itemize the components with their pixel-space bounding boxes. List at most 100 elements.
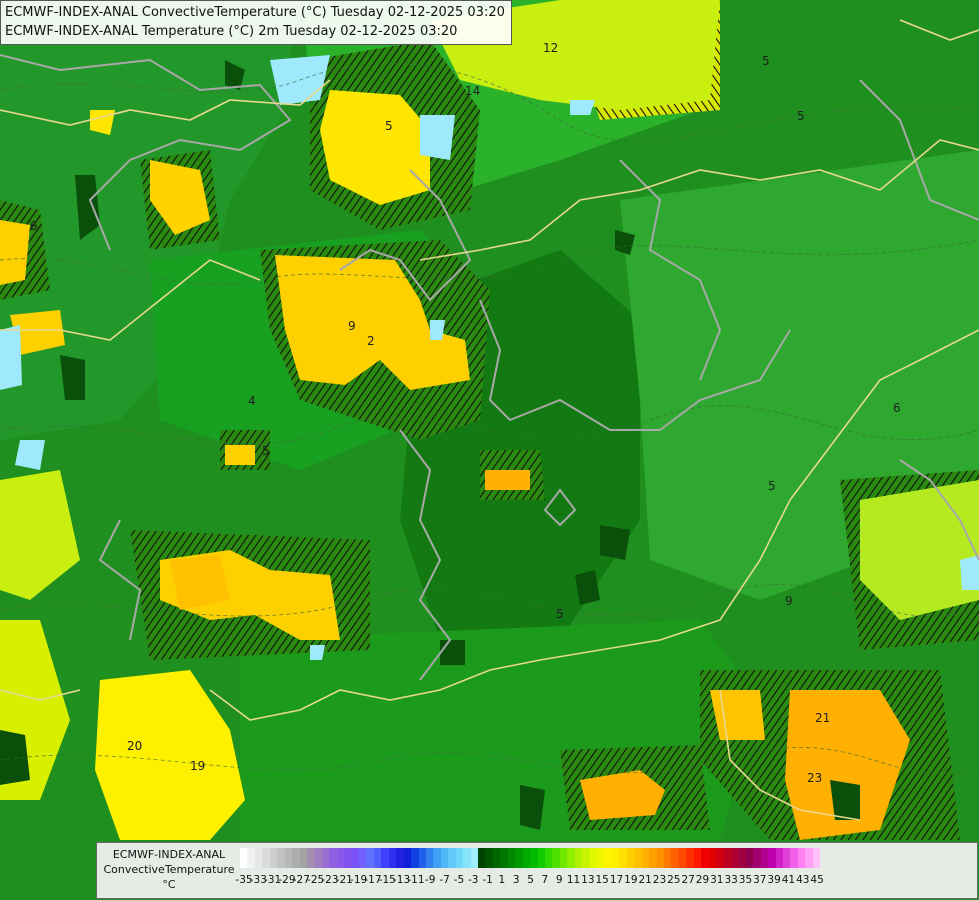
legend-swatch: [485, 848, 493, 868]
legend-swatch: [478, 848, 486, 868]
legend-tick-label: 23: [652, 874, 667, 886]
color-legend: ECMWF-INDEX-ANAL ConvectiveTemperature °…: [96, 842, 978, 899]
legend-tick-label: 21: [638, 874, 652, 886]
legend-swatch: [433, 848, 441, 868]
legend-swatch: [567, 848, 575, 868]
legend-swatch: [425, 848, 434, 868]
legend-tick-label: 45: [810, 874, 824, 886]
contour-label: 19: [190, 759, 205, 773]
legend-swatch: [388, 848, 397, 868]
legend-swatch: [582, 848, 590, 868]
legend-swatch: [626, 848, 635, 868]
legend-swatch: [805, 848, 813, 868]
legend-swatch: [381, 848, 389, 868]
legend-tick-label: 41: [781, 874, 796, 886]
legend-swatch: [314, 848, 322, 868]
legend-tick-label: 1: [498, 874, 506, 886]
contour-label: 23: [807, 771, 822, 785]
legend-tick-label: -3: [467, 874, 479, 886]
legend-unit: °C: [162, 878, 176, 891]
legend-swatch: [812, 848, 821, 868]
legend-swatch: [269, 848, 278, 868]
legend-swatch: [537, 848, 545, 868]
legend-swatch: [782, 848, 791, 868]
legend-swatch: [544, 848, 553, 868]
legend-swatch: [604, 848, 612, 868]
legend-swatch: [292, 848, 300, 868]
legend-swatch: [247, 848, 255, 868]
legend-swatch: [440, 848, 449, 868]
legend-tick-label: 31: [710, 874, 724, 886]
contour-label: 6: [893, 401, 901, 415]
legend-swatch: [559, 848, 568, 868]
legend-tick-label: 33: [724, 874, 738, 886]
legend-swatch: [723, 848, 731, 868]
legend-tick-label: -5: [453, 874, 465, 886]
legend-tick-label: 43: [796, 874, 810, 886]
contour-label: 5: [768, 479, 776, 493]
contour-label: 12: [543, 41, 558, 55]
legend-tick-label: 39: [767, 874, 781, 886]
legend-swatch: [306, 848, 315, 868]
legend-swatch: [790, 848, 798, 868]
legend-swatch: [768, 848, 776, 868]
contour-label: 14: [465, 84, 480, 98]
legend-tick-label: 19: [624, 874, 638, 886]
legend-swatch: [507, 848, 516, 868]
legend-swatch: [366, 848, 374, 868]
legend-tick-label: 37: [753, 874, 767, 886]
legend-swatch: [730, 848, 739, 868]
legend-swatch: [797, 848, 806, 868]
legend-swatch: [574, 848, 583, 868]
contour-label: 5: [762, 54, 770, 68]
legend-tick-label: 15: [595, 874, 609, 886]
contour-label: 9: [785, 594, 793, 608]
title-convective-temperature: ECMWF-INDEX-ANAL ConvectiveTemperature (…: [5, 5, 505, 20]
temperature-map[interactable]: 14 12 5 5 9 2 4 5 5 6 9 5 6 20 19 23 21 …: [0, 0, 979, 900]
legend-tick-label: 27: [681, 874, 695, 886]
legend-swatch: [634, 848, 642, 868]
legend-tick-label: 25: [667, 874, 681, 886]
legend-swatch: [530, 848, 538, 868]
legend-swatch: [686, 848, 694, 868]
legend-swatch: [336, 848, 345, 868]
contour-label: 6: [30, 219, 38, 233]
legend-swatch: [641, 848, 650, 868]
legend-swatch: [492, 848, 501, 868]
legend-color-scale: [240, 848, 821, 868]
legend-tick-label: 11: [566, 874, 581, 886]
contour-label: 5: [262, 444, 270, 458]
contour-label: 5: [556, 607, 564, 621]
legend-swatch: [619, 848, 627, 868]
legend-swatch: [262, 848, 270, 868]
legend-swatch: [522, 848, 531, 868]
legend-swatch: [678, 848, 687, 868]
legend-model-name: ECMWF-INDEX-ANAL: [112, 848, 226, 861]
legend-swatch: [716, 848, 724, 868]
legend-swatch: [284, 848, 293, 868]
legend-tick-label: 9: [555, 874, 563, 886]
legend-swatch: [344, 848, 352, 868]
legend-tick-label: 29: [695, 874, 710, 886]
legend-tick-label: 7: [541, 874, 549, 886]
legend-swatch: [760, 848, 769, 868]
legend-swatch: [693, 848, 702, 868]
contour-label: 2: [367, 334, 375, 348]
legend-swatch: [738, 848, 746, 868]
legend-swatch: [597, 848, 605, 868]
legend-swatch: [299, 848, 307, 868]
legend-swatch: [775, 848, 783, 868]
legend-swatch: [240, 848, 248, 868]
legend-tick-label: 17: [609, 874, 624, 886]
legend-tick-label: 13: [581, 874, 595, 886]
contour-label: 5: [385, 119, 393, 133]
legend-parameter-name: ConvectiveTemperature: [103, 863, 235, 876]
legend-tick-label: -11: [407, 874, 425, 886]
legend-swatch: [418, 848, 426, 868]
legend-swatch: [470, 848, 478, 868]
legend-swatch: [708, 848, 716, 868]
legend-tick-label: 5: [527, 874, 534, 886]
legend-swatch: [396, 848, 404, 868]
legend-swatch: [411, 848, 419, 868]
legend-swatch: [663, 848, 672, 868]
